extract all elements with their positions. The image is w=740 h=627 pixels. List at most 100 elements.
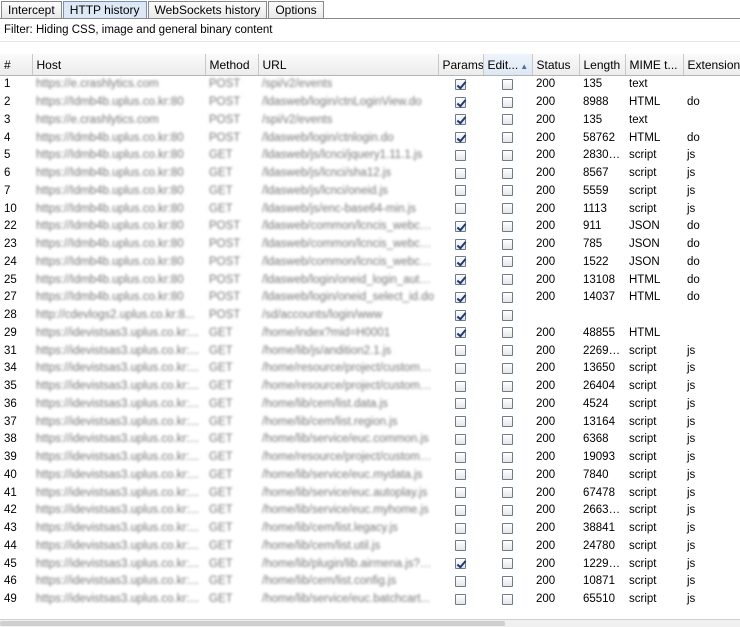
table-row[interactable]: 23 https://Idmb4b.uplus.co.kr:80 POST/ldas… xyxy=(0,235,740,254)
scrollbar-thumb[interactable] xyxy=(0,621,505,626)
table-row[interactable]: 31 https://idevistsas3.uplus.co.kr:... GET… xyxy=(0,342,740,360)
table-row[interactable]: 39 https://idevistsas3.uplus.co.kr:... GET… xyxy=(0,448,740,467)
params-checkbox[interactable] xyxy=(455,274,466,286)
table-row[interactable]: 10 https://Idmb4b.uplus.co.kr:80 GET/ldasw… xyxy=(0,200,740,218)
params-checkbox[interactable] xyxy=(455,540,466,552)
params-checkbox[interactable] xyxy=(455,487,466,499)
column-header-url[interactable]: URL xyxy=(258,54,439,76)
table-row[interactable]: 4 https://Idmb4b.uplus.co.kr:80 POST/ldasw… xyxy=(0,129,740,147)
table-row[interactable]: 43 https://idevistsas3.uplus.co.kr:... GET… xyxy=(0,519,740,538)
table-row[interactable]: 1 https://e.crashlytics.com POST/spi/v2/ev… xyxy=(0,76,740,94)
table-row[interactable]: 34 https://idevistsas3.uplus.co.kr:... GET… xyxy=(0,360,740,378)
params-checkbox[interactable] xyxy=(455,185,466,197)
edited-checkbox[interactable] xyxy=(502,433,513,445)
params-checkbox[interactable] xyxy=(455,291,466,303)
edited-checkbox[interactable] xyxy=(502,558,513,570)
table-row[interactable]: 2 https://Idmb4b.uplus.co.kr:80 POST/ldasw… xyxy=(0,93,740,112)
edited-checkbox[interactable] xyxy=(502,327,513,339)
params-checkbox[interactable] xyxy=(455,451,466,463)
edited-checkbox[interactable] xyxy=(502,487,513,499)
column-header-status[interactable]: Status xyxy=(532,54,580,76)
edited-checkbox[interactable] xyxy=(502,504,513,516)
table-row[interactable]: 46 https://idevistsas3.uplus.co.kr:... GET… xyxy=(0,573,740,591)
params-checkbox[interactable] xyxy=(455,362,466,374)
table-row[interactable]: 41 https://idevistsas3.uplus.co.kr:... GET… xyxy=(0,484,740,502)
table-row[interactable]: 45 https://idevistsas3.uplus.co.kr:... GET… xyxy=(0,555,740,573)
params-checkbox[interactable] xyxy=(455,416,466,428)
edited-checkbox[interactable] xyxy=(502,398,513,410)
edited-checkbox[interactable] xyxy=(502,575,513,587)
edited-checkbox[interactable] xyxy=(502,451,513,463)
column-header-method[interactable]: Method xyxy=(205,54,259,76)
column-header-params[interactable]: Params xyxy=(438,54,484,76)
edited-checkbox[interactable] xyxy=(502,309,513,321)
params-checkbox[interactable] xyxy=(455,345,466,357)
column-header-extension[interactable]: Extension xyxy=(683,54,740,76)
params-checkbox[interactable] xyxy=(455,522,466,534)
params-checkbox[interactable] xyxy=(455,96,466,108)
column-header-number[interactable]: # xyxy=(0,54,33,76)
params-checkbox[interactable] xyxy=(455,238,466,250)
table-row[interactable]: 28 http://cdevlogs2.uplus.co.kr:8... POST /… xyxy=(0,306,740,325)
column-header-host[interactable]: Host xyxy=(32,54,206,76)
table-row[interactable]: 5 https://Idmb4b.uplus.co.kr:80 GET/ldaswe… xyxy=(0,147,740,165)
column-header-edited[interactable]: Edit... ▲ xyxy=(483,54,533,76)
table-row[interactable]: 29 https://idevistsas3.uplus.co.kr:... GET… xyxy=(0,325,740,343)
table-row[interactable]: 3 https://e.crashlytics.com POST/spi/v2/ev… xyxy=(0,112,740,130)
tab-intercept[interactable]: Intercept xyxy=(1,1,62,18)
edited-checkbox[interactable] xyxy=(502,220,513,232)
tab-http-history[interactable]: HTTP history xyxy=(62,1,147,18)
params-checkbox[interactable] xyxy=(455,203,466,215)
edited-checkbox[interactable] xyxy=(502,522,513,534)
table-row[interactable]: 37 https://idevistsas3.uplus.co.kr:... GET… xyxy=(0,413,740,431)
edited-checkbox[interactable] xyxy=(502,256,513,268)
edited-checkbox[interactable] xyxy=(502,540,513,552)
edited-checkbox[interactable] xyxy=(502,362,513,374)
params-checkbox[interactable] xyxy=(455,149,466,161)
table-row[interactable]: 7 https://Idmb4b.uplus.co.kr:80 GET/ldaswe… xyxy=(0,183,740,201)
params-checkbox[interactable] xyxy=(455,433,466,445)
edited-checkbox[interactable] xyxy=(502,203,513,215)
edited-checkbox[interactable] xyxy=(502,185,513,197)
table-row[interactable]: 40 https://idevistsas3.uplus.co.kr:... GET… xyxy=(0,467,740,485)
table-row[interactable]: 22 https://Idmb4b.uplus.co.kr:80 POST/ldas… xyxy=(0,218,740,236)
edited-checkbox[interactable] xyxy=(502,380,513,392)
table-row[interactable]: 42 https://idevistsas3.uplus.co.kr:... GET… xyxy=(0,502,740,520)
params-checkbox[interactable] xyxy=(455,398,466,410)
tab-options[interactable]: Options xyxy=(268,1,324,18)
table-row[interactable]: 27 https://Idmb4b.uplus.co.kr:80 POST/ldas… xyxy=(0,289,740,307)
edited-checkbox[interactable] xyxy=(502,469,513,481)
tab-websockets-history[interactable]: WebSockets history xyxy=(147,1,268,18)
table-row[interactable]: 6 https://Idmb4b.uplus.co.kr:80 GET/ldaswe… xyxy=(0,164,740,183)
column-header-mime-type[interactable]: MIME t... xyxy=(625,54,684,76)
params-checkbox[interactable] xyxy=(455,114,466,126)
filter-bar[interactable]: Filter: Hiding CSS, image and general bi… xyxy=(0,19,740,42)
edited-checkbox[interactable] xyxy=(502,416,513,428)
params-checkbox[interactable] xyxy=(455,309,466,321)
params-checkbox[interactable] xyxy=(455,220,466,232)
params-checkbox[interactable] xyxy=(455,504,466,516)
edited-checkbox[interactable] xyxy=(502,274,513,286)
table-row[interactable]: 24 https://Idmb4b.uplus.co.kr:80 POST/ldas… xyxy=(0,254,740,272)
edited-checkbox[interactable] xyxy=(502,132,513,144)
table-row[interactable]: 36 https://idevistsas3.uplus.co.kr:... GET… xyxy=(0,396,740,414)
edited-checkbox[interactable] xyxy=(502,345,513,357)
edited-checkbox[interactable] xyxy=(502,167,513,179)
table-row[interactable]: 49 https://idevistsas3.uplus.co.kr:... GET… xyxy=(0,590,740,609)
edited-checkbox[interactable] xyxy=(502,593,513,605)
edited-checkbox[interactable] xyxy=(502,96,513,108)
horizontal-scrollbar[interactable] xyxy=(0,619,740,627)
params-checkbox[interactable] xyxy=(455,593,466,605)
params-checkbox[interactable] xyxy=(455,380,466,392)
table-row[interactable]: 25 https://Idmb4b.uplus.co.kr:80 POST/ldas… xyxy=(0,271,740,289)
params-checkbox[interactable] xyxy=(455,327,466,339)
table-row[interactable]: 38 https://idevistsas3.uplus.co.kr:... GET… xyxy=(0,431,740,449)
params-checkbox[interactable] xyxy=(455,469,466,481)
edited-checkbox[interactable] xyxy=(502,114,513,126)
params-checkbox[interactable] xyxy=(455,78,466,90)
table-row[interactable]: 35 https://idevistsas3.uplus.co.kr:... GET… xyxy=(0,377,740,396)
params-checkbox[interactable] xyxy=(455,575,466,587)
params-checkbox[interactable] xyxy=(455,132,466,144)
column-header-length[interactable]: Length xyxy=(579,54,626,76)
table-row[interactable]: 44 https://idevistsas3.uplus.co.kr:... GET… xyxy=(0,538,740,556)
